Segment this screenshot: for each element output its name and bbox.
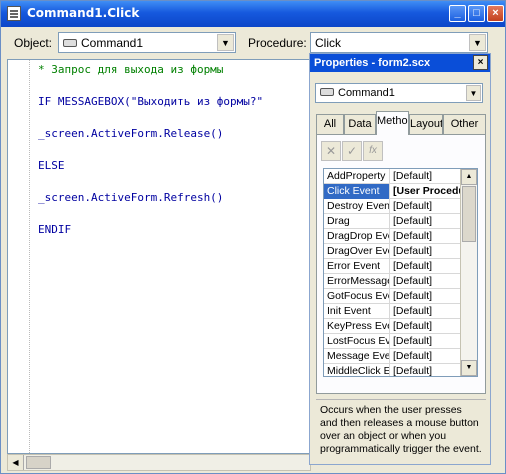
method-value[interactable]: [Default] <box>391 244 461 259</box>
code-line[interactable] <box>38 142 263 158</box>
method-value[interactable]: [Default] <box>391 214 461 229</box>
method-name: Destroy Event <box>324 199 390 214</box>
code-window: Command1.Click _ □ × Object: Command1 ▼ … <box>0 0 506 474</box>
method-row[interactable]: MiddleClick Event[Default] <box>324 364 461 376</box>
method-row[interactable]: DragDrop Event[Default] <box>324 229 460 244</box>
code-line[interactable] <box>38 78 263 94</box>
accept-icon[interactable]: ✓ <box>342 141 362 161</box>
object-combo-value: Command1 <box>81 36 144 50</box>
cancel-icon[interactable]: ✕ <box>321 141 341 161</box>
properties-title: Properties - form2.scx <box>314 57 431 69</box>
method-name: MiddleClick Event <box>324 364 390 376</box>
method-value[interactable]: [Default] <box>391 349 461 364</box>
minimize-button[interactable]: _ <box>449 5 466 22</box>
method-row[interactable]: Destroy Event [Default] <box>324 199 460 214</box>
grid-scroll-thumb[interactable] <box>462 186 476 242</box>
code-line[interactable]: ENDIF <box>38 222 263 238</box>
method-name: Error Event <box>324 259 390 274</box>
methods-grid: MiddleClick Event[Default]Message Event[… <box>323 168 478 377</box>
method-value[interactable]: [Default] <box>391 364 461 376</box>
maximize-button[interactable]: □ <box>468 5 485 22</box>
scroll-down-icon[interactable]: ▼ <box>461 360 477 376</box>
method-value[interactable]: [Default] <box>391 199 461 214</box>
method-name: KeyPress Event <box>324 319 390 334</box>
method-row[interactable]: DragOver Event[Default] <box>324 244 460 259</box>
scroll-up-icon[interactable]: ▲ <box>461 169 477 185</box>
method-name: AddProperty <box>324 169 390 184</box>
method-value[interactable]: [Default] <box>391 229 461 244</box>
method-name: Click Event <box>324 184 390 199</box>
tab-all[interactable]: All <box>316 114 344 135</box>
properties-object-combo[interactable]: Command1 ▼ <box>315 83 483 103</box>
close-icon[interactable]: × <box>473 55 488 70</box>
code-line[interactable]: IF MESSAGEBOX("Выходить из формы?" <box>38 94 263 110</box>
method-row[interactable]: LostFocus Event[Default] <box>324 334 460 349</box>
method-name: Drag <box>324 214 390 229</box>
method-name: LostFocus Event <box>324 334 390 349</box>
method-value[interactable]: [User Procedure] <box>391 184 461 199</box>
chevron-down-icon[interactable]: ▼ <box>217 34 234 51</box>
tab-data[interactable]: Data <box>344 114 376 135</box>
code-line[interactable]: * Запрос для выхода из формы <box>38 62 263 78</box>
procedure-combo-value: Click <box>315 36 341 50</box>
code-editor[interactable]: * Запрос для выхода из формы IF MESSAGEBO… <box>7 59 311 454</box>
code-line[interactable]: ELSE <box>38 158 263 174</box>
method-row[interactable]: GotFocus Event[Default] <box>324 289 460 304</box>
method-name: ErrorMessage <box>324 274 390 289</box>
properties-title-bar[interactable]: Properties - form2.scx × <box>310 54 490 72</box>
scroll-thumb[interactable] <box>26 456 51 469</box>
method-row[interactable]: Message Event[Default] <box>324 349 460 364</box>
close-button[interactable]: × <box>487 5 504 22</box>
methods-panel: ✕ ✓ fx MiddleClick Event[Default]Message… <box>316 134 486 394</box>
method-value[interactable]: [Default] <box>391 169 461 184</box>
chevron-down-icon[interactable]: ▼ <box>469 34 486 51</box>
properties-tabs: All Data Methods Layout Other <box>316 111 486 135</box>
method-row[interactable]: Click Event[User Procedure] <box>324 184 461 199</box>
object-combo[interactable]: Command1 ▼ <box>58 32 236 53</box>
method-value[interactable]: [Default] <box>391 259 461 274</box>
method-row[interactable]: KeyPress Event[Default] <box>324 319 460 334</box>
object-label: Object: <box>14 36 53 50</box>
command-button-icon <box>320 88 334 97</box>
method-name: GotFocus Event <box>324 289 390 304</box>
grid-vertical-scrollbar[interactable]: ▲ ▼ <box>460 169 477 376</box>
tab-methods[interactable]: Methods <box>376 111 409 135</box>
code-line[interactable] <box>38 174 263 190</box>
method-row[interactable]: ErrorMessage [Default] <box>324 274 460 289</box>
procedure-combo[interactable]: Click ▼ <box>310 32 488 53</box>
method-value[interactable]: [Default] <box>391 334 461 349</box>
horizontal-scrollbar[interactable]: ◀ <box>7 454 311 471</box>
tab-other[interactable]: Other <box>443 114 486 135</box>
document-icon <box>7 6 21 21</box>
properties-object-value: Command1 <box>338 87 395 99</box>
code-line[interactable]: _screen.ActiveForm.Refresh() <box>38 190 263 206</box>
method-value[interactable]: [Default] <box>391 319 461 334</box>
method-name: DragDrop Event <box>324 229 390 244</box>
method-row[interactable]: Init Event [Default] <box>324 304 460 319</box>
method-name: Message Event <box>324 349 390 364</box>
code-line[interactable] <box>38 206 263 222</box>
code-text[interactable]: * Запрос для выхода из формы IF MESSAGEBO… <box>38 62 263 238</box>
method-value[interactable]: [Default] <box>391 304 461 319</box>
editor-gutter <box>8 60 30 453</box>
method-row[interactable]: Error Event [Default] <box>324 259 460 274</box>
method-name: DragOver Event <box>324 244 390 259</box>
method-row[interactable]: Drag [Default] <box>324 214 460 229</box>
properties-window: Properties - form2.scx × Command1 ▼ All … <box>309 53 491 465</box>
code-line[interactable]: _screen.ActiveForm.Release() <box>38 126 263 142</box>
function-icon[interactable]: fx <box>363 141 383 161</box>
method-row[interactable]: AddProperty [Default] <box>324 169 460 184</box>
command-button-icon <box>63 38 77 47</box>
procedure-label: Procedure: <box>248 36 307 50</box>
code-line[interactable] <box>38 110 263 126</box>
method-value[interactable]: [Default] <box>391 274 461 289</box>
scroll-left-icon[interactable]: ◀ <box>8 455 24 470</box>
tab-layout[interactable]: Layout <box>409 114 443 135</box>
method-name: Init Event <box>324 304 390 319</box>
method-value[interactable]: [Default] <box>391 289 461 304</box>
title-bar[interactable]: Command1.Click _ □ × <box>1 1 505 27</box>
chevron-down-icon[interactable]: ▼ <box>466 85 481 101</box>
window-title: Command1.Click <box>27 6 140 20</box>
method-description: Occurs when the user presses and then re… <box>316 399 486 461</box>
